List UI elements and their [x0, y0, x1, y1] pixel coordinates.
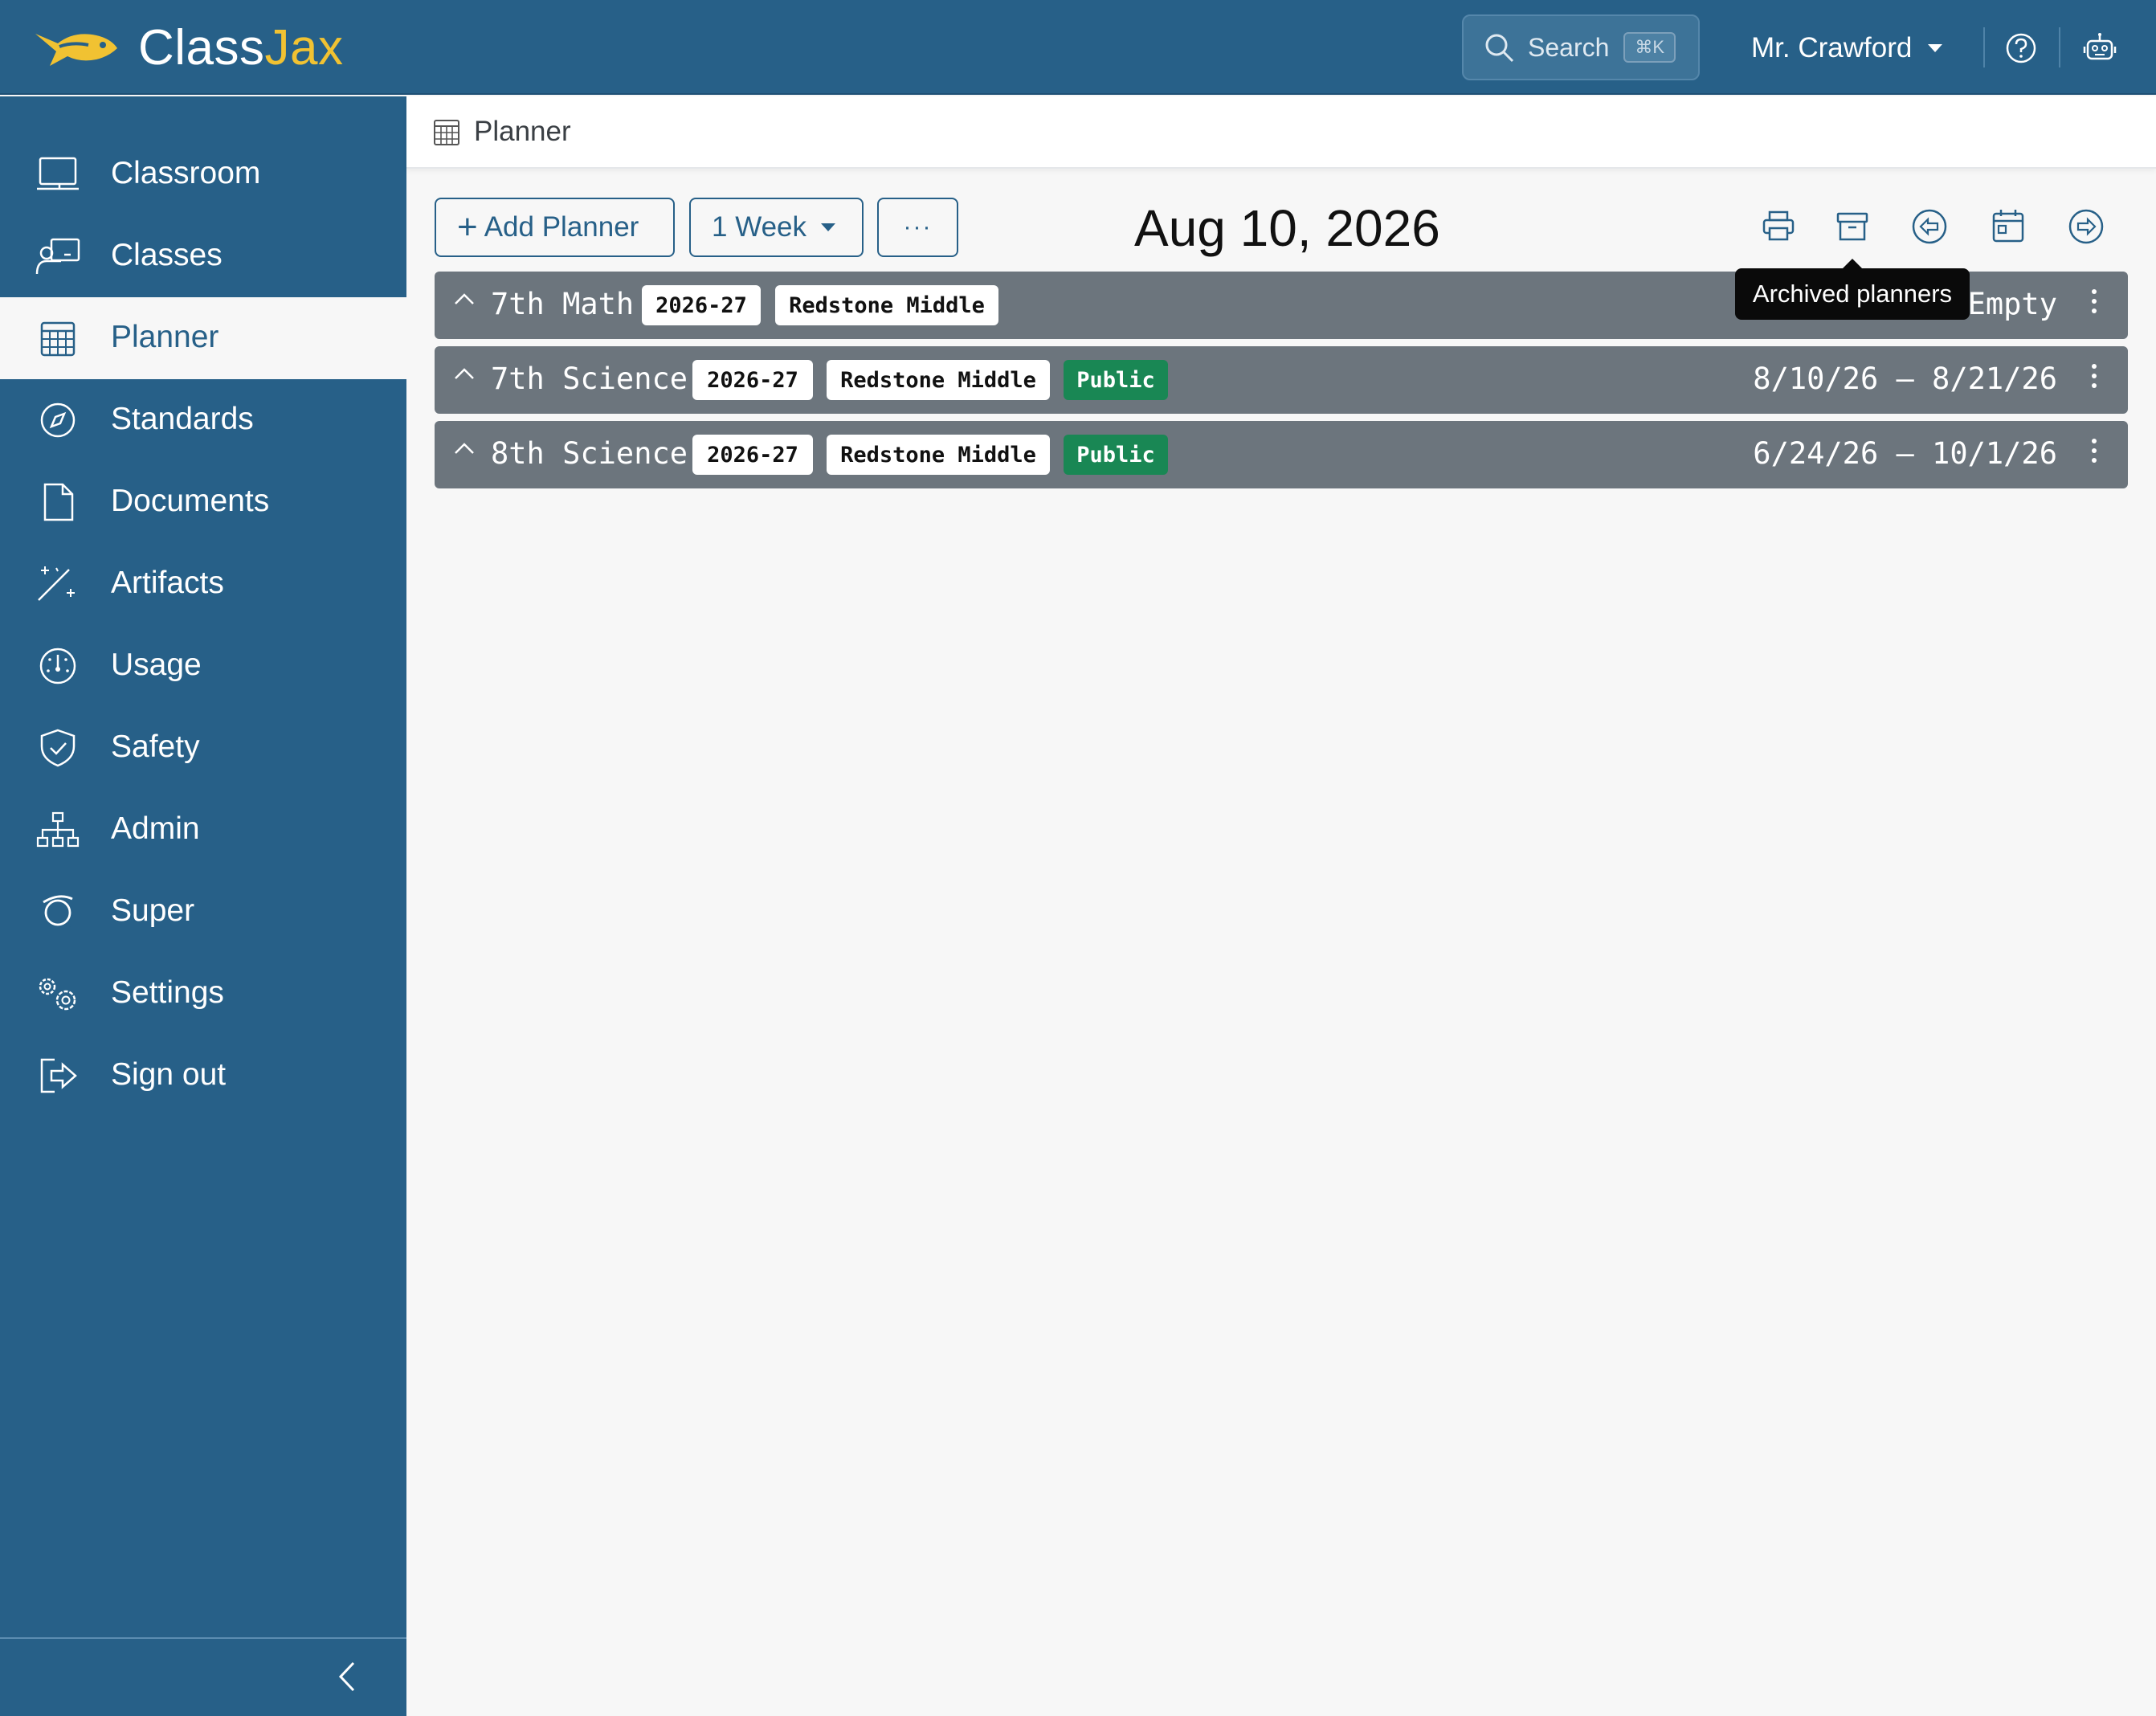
add-planner-button[interactable]: + Add Planner [435, 198, 675, 257]
public-badge: Public [1064, 360, 1168, 400]
top-navbar: ClassJax Search ⌘K Mr. Crawford [0, 0, 2156, 95]
chevron-up-icon[interactable] [452, 291, 476, 307]
chevron-down-icon [821, 223, 836, 231]
sidebar-item-standards[interactable]: Standards [0, 379, 406, 461]
sidebar-item-classroom[interactable]: Classroom [0, 133, 406, 215]
archived-planners-tooltip: Archived planners [1735, 268, 1970, 320]
help-icon[interactable] [2003, 31, 2039, 66]
divider [1983, 27, 1985, 67]
sidebar-item-label: Classes [111, 238, 223, 272]
sidebar-item-label: Artifacts [111, 566, 224, 600]
breadcrumb: Planner [406, 96, 2156, 169]
planner-date-range: Empty [1967, 287, 2057, 321]
sidebar-item-artifacts[interactable]: Artifacts [0, 543, 406, 625]
search-label: Search [1528, 32, 1610, 62]
sidebar-item-safety[interactable]: Safety [0, 707, 406, 789]
ellipsis-icon: ··· [903, 214, 933, 240]
user-name: Mr. Crawford [1751, 32, 1913, 63]
planner-name: 7th Math [491, 287, 635, 321]
sidebar-item-label: Standards [111, 402, 254, 436]
year-badge: 2026-27 [642, 285, 761, 325]
sidebar-item-usage[interactable]: Usage [0, 625, 406, 707]
previous-arrow-icon[interactable] [1910, 207, 1949, 246]
sidebar-item-label: Super [111, 893, 195, 928]
add-planner-label: Add Planner [484, 211, 639, 243]
sidebar-item-classes[interactable]: Classes [0, 215, 406, 297]
sidebar-item-admin[interactable]: Admin [0, 789, 406, 871]
plus-icon: + [457, 207, 478, 247]
kebab-menu-icon[interactable] [2089, 364, 2099, 396]
sidebar-item-label: Sign out [111, 1057, 227, 1092]
chevron-up-icon[interactable] [452, 440, 476, 456]
chevron-left-icon[interactable] [331, 1657, 363, 1697]
planner-row[interactable]: 7th Science 2026-27 Redstone Middle Publ… [435, 346, 2128, 414]
divider [0, 1637, 406, 1639]
range-dropdown[interactable]: 1 Week [689, 198, 864, 257]
public-badge: Public [1064, 435, 1168, 475]
planner-date-range: 6/24/26 – 10/1/26 [1753, 436, 2057, 471]
chevron-down-icon [1928, 44, 1943, 52]
org-chart-icon [36, 811, 80, 848]
sidebar-item-settings[interactable]: Settings [0, 953, 406, 1035]
file-icon [43, 483, 74, 521]
app-logo[interactable]: ClassJax [32, 16, 344, 80]
chevron-up-icon[interactable] [452, 366, 476, 382]
more-options-button[interactable]: ··· [877, 198, 958, 257]
sidebar-item-label: Classroom [111, 156, 261, 190]
search-icon [1485, 34, 1514, 63]
speedometer-icon [39, 648, 76, 684]
teacher-board-icon [35, 238, 80, 275]
compass-icon [40, 402, 76, 438]
search-button[interactable]: Search ⌘K [1462, 14, 1700, 80]
sidebar-item-sign-out[interactable]: Sign out [0, 1035, 406, 1117]
year-badge: 2026-27 [692, 360, 813, 400]
school-badge: Redstone Middle [827, 360, 1050, 400]
kebab-menu-icon[interactable] [2089, 289, 2099, 321]
calendar-grid-icon [434, 120, 459, 145]
sidebar-item-label: Usage [111, 648, 202, 682]
sidebar-item-label: Planner [111, 320, 219, 354]
kebab-menu-icon[interactable] [2089, 439, 2099, 471]
app-name-part2: Jax [264, 20, 344, 76]
app-name-part1: Class [138, 20, 265, 76]
range-label: 1 Week [712, 211, 807, 243]
school-badge: Redstone Middle [827, 435, 1050, 475]
sidebar-item-label: Documents [111, 484, 270, 518]
calendar-today-icon[interactable] [1989, 207, 2027, 246]
search-shortcut: ⌘K [1623, 32, 1676, 63]
sidebar-item-documents[interactable]: Documents [0, 461, 406, 543]
year-badge: 2026-27 [692, 435, 813, 475]
sidebar-item-label: Settings [111, 975, 224, 1010]
laptop-icon [37, 157, 79, 190]
sidebar-item-label: Safety [111, 729, 200, 764]
robot-icon[interactable] [2082, 31, 2117, 66]
shield-check-icon [40, 729, 76, 767]
orbit-icon [41, 895, 73, 930]
tooltip-arrow [1843, 259, 1862, 268]
planner-row[interactable]: 8th Science 2026-27 Redstone Middle Publ… [435, 421, 2128, 488]
user-menu-dropdown[interactable]: Mr. Crawford [1751, 22, 1943, 74]
magic-wand-icon [38, 566, 75, 601]
calendar-grid-icon [40, 321, 76, 357]
gears-icon [39, 978, 76, 1011]
current-date: Aug 10, 2026 [1134, 199, 1440, 257]
next-arrow-icon[interactable] [2067, 207, 2105, 246]
planner-name: 7th Science [491, 362, 688, 396]
school-badge: Redstone Middle [775, 285, 998, 325]
printer-icon[interactable] [1759, 207, 1798, 246]
page-title: Planner [474, 116, 571, 147]
archive-icon[interactable] [1833, 207, 1872, 246]
planner-date-range: 8/10/26 – 8/21/26 [1753, 362, 2057, 396]
app-name: ClassJax [138, 16, 344, 80]
divider [2059, 27, 2060, 67]
sign-out-icon [40, 1058, 77, 1093]
planner-name: 8th Science [491, 436, 688, 471]
sidebar: Classroom Classes Planner Standards Docu… [0, 96, 406, 1716]
sidebar-item-label: Admin [111, 811, 200, 846]
fish-logo-icon [35, 34, 117, 66]
sidebar-item-planner[interactable]: Planner [0, 297, 406, 379]
sidebar-item-super[interactable]: Super [0, 871, 406, 953]
